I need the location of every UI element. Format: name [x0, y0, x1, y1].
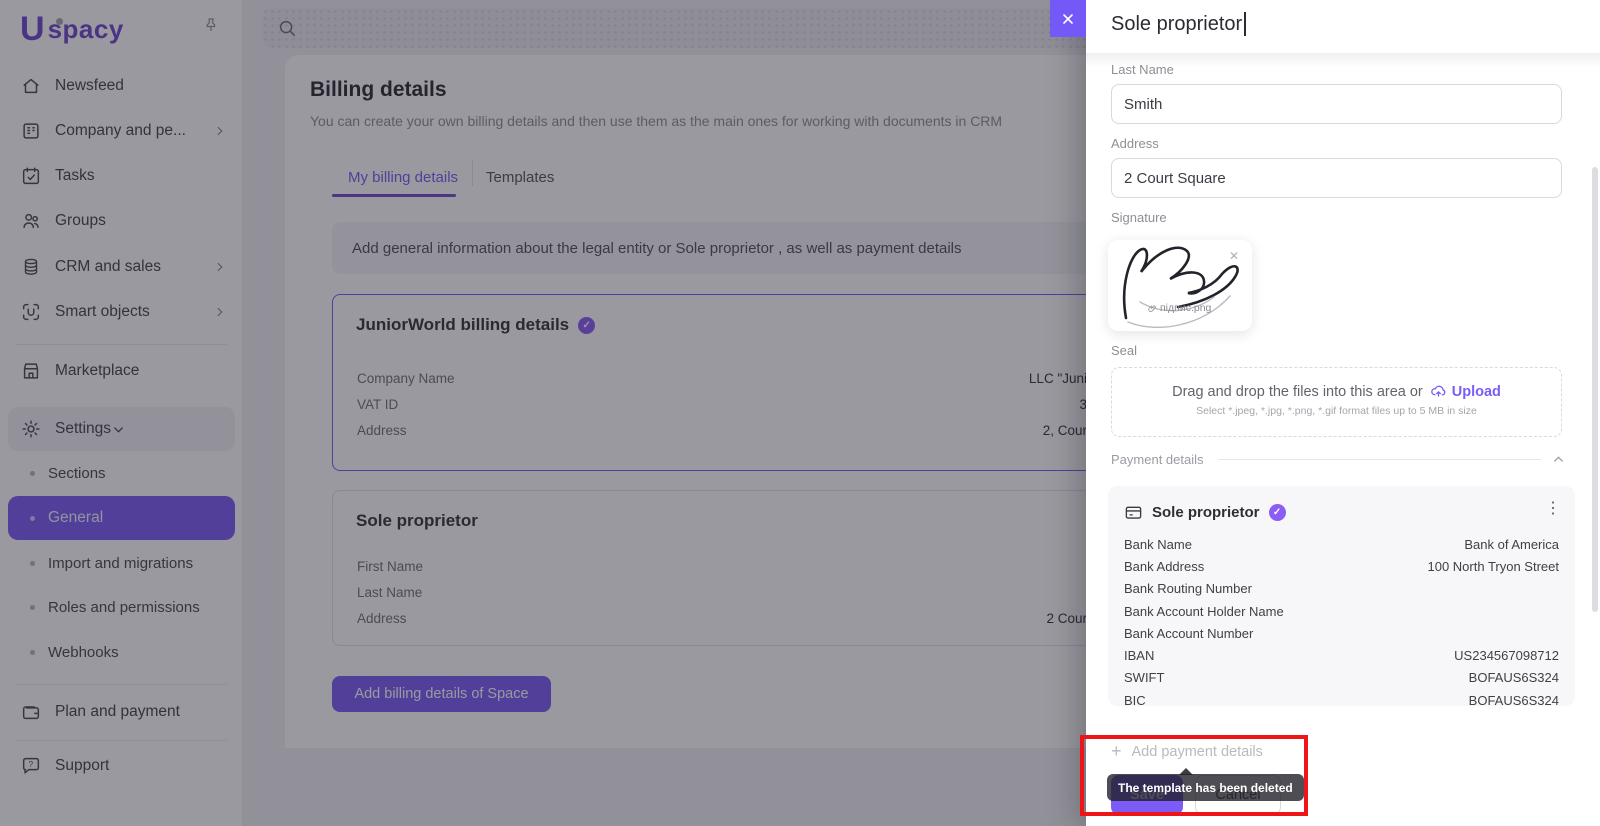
panel-scrollbar[interactable] [1592, 167, 1598, 612]
payment-details-label: Payment details [1111, 452, 1204, 467]
paperclip-icon [1148, 304, 1157, 313]
upload-link[interactable]: Upload [1430, 383, 1501, 400]
cloud-upload-icon [1430, 383, 1447, 400]
payment-row: Bank Routing Number [1124, 578, 1559, 600]
modal-dim-overlay[interactable] [0, 0, 1086, 826]
remove-signature-icon[interactable]: ✕ [1229, 250, 1239, 262]
add-payment-details-link[interactable]: + Add payment details [1111, 741, 1263, 762]
app-root: U spacy Newsfeed Company and pe... Tasks… [0, 0, 1600, 826]
dropzone-hint: Select *.jpeg, *.jpg, *.png, *.gif forma… [1112, 405, 1561, 417]
edit-template-panel: Sole proprietor Last Name Address Signat… [1086, 0, 1600, 826]
payment-row: Bank NameBank of America [1124, 533, 1559, 555]
verified-badge-icon: ✓ [1269, 504, 1286, 521]
plus-icon: + [1111, 741, 1122, 762]
payment-details-section-header: Payment details [1111, 452, 1566, 467]
seal-label: Seal [1111, 343, 1137, 358]
payment-row: Bank Account Holder Name [1124, 600, 1559, 622]
last-name-field[interactable] [1111, 84, 1562, 124]
signature-label: Signature [1111, 210, 1167, 225]
dropzone-text: Drag and drop the files into this area o… [1112, 383, 1561, 400]
seal-dropzone[interactable]: Drag and drop the files into this area o… [1111, 367, 1562, 437]
payment-details-card: Sole proprietor ✓ ⋮ Bank NameBank of Ame… [1108, 486, 1575, 706]
close-panel-button[interactable] [1050, 0, 1086, 37]
credit-card-icon [1124, 503, 1143, 522]
deleted-tooltip: The template has been deleted [1107, 774, 1304, 801]
collapse-section-icon[interactable] [1551, 452, 1566, 467]
signature-filename: підпис.png [1148, 302, 1211, 314]
kebab-menu-icon[interactable]: ⋮ [1545, 501, 1561, 517]
payment-row: BICBOFAUS6S324 [1124, 689, 1559, 711]
payment-row: Bank Account Number [1124, 622, 1559, 644]
payment-card-header: Sole proprietor ✓ ⋮ [1124, 499, 1559, 525]
section-divider-line [1218, 459, 1542, 460]
payment-row: IBANUS234567098712 [1124, 644, 1559, 666]
signature-thumbnail[interactable]: ✕ підпис.png [1108, 240, 1252, 331]
address-field[interactable] [1111, 158, 1562, 198]
text-cursor [1244, 12, 1246, 36]
close-icon [1060, 11, 1076, 27]
address-label: Address [1111, 136, 1159, 151]
last-name-label: Last Name [1111, 62, 1174, 77]
payment-row: SWIFTBOFAUS6S324 [1124, 667, 1559, 689]
panel-title-input[interactable]: Sole proprietor [1111, 12, 1246, 36]
payment-card-title: Sole proprietor [1152, 504, 1260, 521]
payment-row: Bank Address100 North Tryon Street [1124, 555, 1559, 577]
